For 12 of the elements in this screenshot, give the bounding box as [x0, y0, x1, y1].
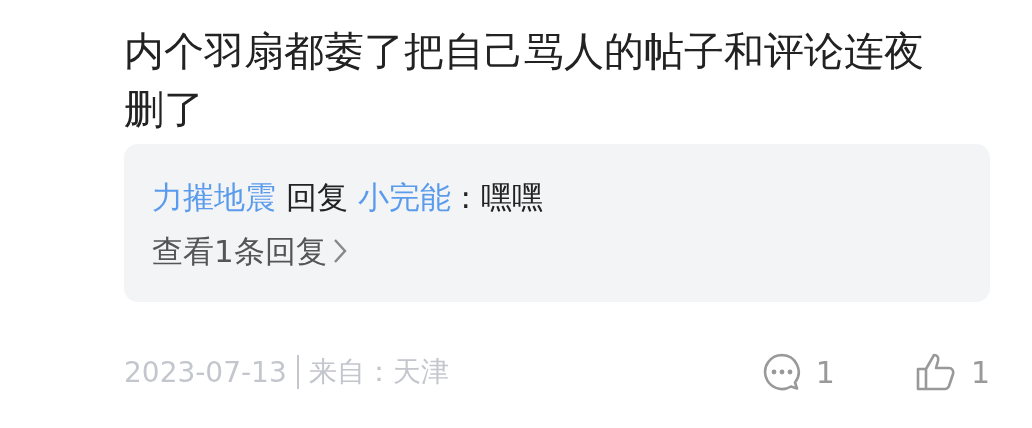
comment-count: 1	[815, 354, 835, 390]
view-replies-link[interactable]: 查看1条回复	[152, 224, 347, 278]
thumbs-up-icon[interactable]	[914, 352, 957, 392]
chevron-right-icon	[332, 238, 347, 264]
username-link[interactable]: 小完能	[357, 179, 451, 215]
username-link[interactable]: 力摧地震	[152, 179, 276, 215]
comment-text: 内个羽扇都萎了把自己骂人的帖子和评论连夜删了	[124, 27, 925, 134]
comment-icon[interactable]	[761, 352, 802, 392]
post-date: 2023-07-13	[124, 355, 287, 389]
reply-text: 力摧地震 回复 小完能 : 嘿嘿	[152, 178, 544, 217]
post-location: 来自：天津	[308, 354, 449, 390]
like-count: 1	[970, 354, 990, 390]
